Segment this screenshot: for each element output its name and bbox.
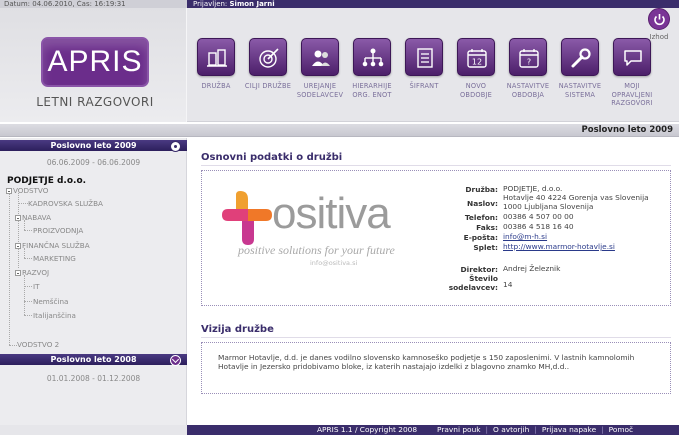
users-icon — [301, 38, 339, 76]
year-2009-title: Poslovno leto 2009 — [50, 141, 137, 150]
nav-novo-obdobje[interactable]: 12 NOVO OBDOBJE — [450, 38, 502, 99]
collapse-icon[interactable] — [15, 270, 21, 276]
wrench-icon — [561, 38, 599, 76]
breadcrumb: Poslovno leto 2009 — [0, 124, 679, 137]
company-card: ositiva positive solutions for your futu… — [201, 170, 671, 306]
nav-label: NASTAVITVE SISTEMA — [558, 82, 602, 99]
tree-node-italijanscina[interactable]: Italijanščina — [33, 311, 76, 320]
email-link[interactable]: info@m-h.si — [503, 232, 547, 242]
hierarchy-icon — [353, 38, 391, 76]
chevron-down-icon[interactable] — [170, 355, 181, 366]
basic-info-title: Osnovni podatki o družbi — [201, 152, 343, 163]
logged-user-bar: Prijavljen: Simon Jarni — [187, 0, 679, 8]
brand-area: APRIS LETNI RAZGOVORI — [0, 8, 187, 122]
tree-node-vodstvo[interactable]: VODSTVO — [6, 186, 48, 195]
year-2009-header[interactable]: Poslovno leto 2009 — [0, 140, 187, 152]
logged-prefix: Prijavljen: — [193, 0, 230, 8]
footer-link-prijava-napake[interactable]: Prijava napake — [542, 425, 596, 434]
company-icon — [197, 38, 235, 76]
logout-label: Izhod — [649, 33, 669, 41]
power-icon — [648, 8, 670, 30]
nav-cilji-druzbe[interactable]: CILJI DRUŽBE — [242, 38, 294, 91]
nav-druzba[interactable]: DRUŽBA — [190, 38, 242, 91]
logged-user-name: Simon Jarni — [229, 0, 275, 8]
nav-nastavitve-sistema[interactable]: NASTAVITVE SISTEMA — [554, 38, 606, 99]
footer: APRIS 1.1 / Copyright 2008 Pravni pouk | O… — [187, 425, 679, 435]
header: APRIS LETNI RAZGOVORI DRUŽBA CILJI DRUŽB… — [0, 8, 679, 122]
collapse-toggle-icon[interactable] — [170, 141, 181, 152]
nav-label: CILJI DRUŽBE — [244, 82, 292, 90]
collapse-icon[interactable] — [15, 215, 21, 221]
main-nav: DRUŽBA CILJI DRUŽBE UREJANJE SODELAVCEV … — [190, 38, 660, 118]
nav-label: HIERARHIJE ORG. ENOT — [352, 82, 392, 99]
nav-hierarhije[interactable]: HIERARHIJE ORG. ENOT — [346, 38, 398, 99]
year-2008-title: Poslovno leto 2008 — [50, 355, 137, 364]
footer-link-pomoc[interactable]: Pomoč — [609, 425, 634, 434]
company-name: PODJETJE d.o.o. — [7, 176, 87, 186]
tree-node-nabava[interactable]: NABAVA — [15, 213, 51, 222]
nav-urejanje-sodelavcev[interactable]: UREJANJE SODELAVCEV — [294, 38, 346, 99]
apris-logo[interactable]: APRIS — [41, 37, 149, 87]
nav-label: DRUŽBA — [201, 82, 231, 90]
nav-nastavitve-obdobja[interactable]: ? NASTAVITVE OBDOBJA — [502, 38, 554, 99]
positiva-logo: ositiva positive solutions for your futu… — [218, 187, 428, 267]
tree-node-kadrovska[interactable]: KADROVSKA SLUŽBA — [28, 199, 103, 208]
sidebar: Poslovno leto 2009 06.06.2009 - 06.06.20… — [0, 138, 187, 425]
positiva-mail: info@ositiva.si — [310, 259, 358, 267]
list-icon — [405, 38, 443, 76]
chat-icon — [613, 38, 651, 76]
tree-node-vodstvo-2[interactable]: VODSTVO 2 — [17, 340, 59, 349]
tree-node-it[interactable]: IT — [33, 282, 40, 291]
footer-links: Pravni pouk | O avtorjih | Prijava napake | Po… — [437, 425, 634, 434]
year-2009-dates: 06.06.2009 - 06.06.2009 — [46, 158, 141, 167]
calendar-mark: ? — [527, 58, 531, 67]
nav-label: NASTAVITVE OBDOBJA — [506, 82, 550, 99]
copyright: APRIS 1.1 / Copyright 2008 — [317, 425, 418, 434]
datetime-label: Datum: 04.06.2010, Čas: 16:19:31 — [0, 0, 187, 8]
calendar-settings-icon: ? — [509, 38, 547, 76]
calendar-number: 12 — [472, 58, 482, 67]
website-link[interactable]: http://www.marmor-hotavlje.si — [503, 242, 615, 252]
nav-label: UREJANJE SODELAVCEV — [296, 82, 344, 99]
footer-link-pravni-pouk[interactable]: Pravni pouk — [437, 425, 481, 434]
target-icon — [249, 38, 287, 76]
nav-label: NOVO OBDOBJE — [459, 82, 492, 99]
collapse-icon[interactable] — [15, 243, 21, 249]
positiva-cross-icon — [222, 191, 272, 245]
calendar-new-icon: 12 — [457, 38, 495, 76]
positiva-tagline: positive solutions for your future — [238, 243, 395, 257]
tree-node-nemscina[interactable]: Nemščina — [33, 297, 68, 306]
tree-node-financna[interactable]: FINANČNA SLUŽBA — [15, 241, 90, 250]
app-subtitle: LETNI RAZGOVORI — [36, 95, 154, 109]
vision-title: Vizija družbe — [201, 324, 274, 335]
nav-sifrant[interactable]: ŠIFRANT — [398, 38, 450, 91]
year-2008-dates: 01.01.2008 - 01.12.2008 — [46, 374, 141, 383]
nav-moji-razgovori[interactable]: MOJI OPRAVLJENI RAZGOVORI — [606, 38, 658, 108]
tree-node-proizvodnja[interactable]: PROIZVODNJA — [33, 226, 83, 235]
vision-card: Marmor Hotavlje, d.d. je danes vodilno s… — [201, 342, 671, 394]
positiva-wordmark: ositiva — [272, 189, 391, 238]
logout-button[interactable]: Izhod — [646, 8, 672, 41]
footer-link-o-avtorjih[interactable]: O avtorjih — [493, 425, 529, 434]
vision-text: Marmor Hotavlje, d.d. je danes vodilno s… — [218, 353, 635, 371]
nav-label: MOJI OPRAVLJENI RAZGOVORI — [611, 82, 653, 107]
breadcrumb-current: Poslovno leto 2009 — [581, 125, 673, 135]
main-content: Osnovni podatki o družbi ositiva positiv… — [189, 138, 679, 425]
tree-node-marketing[interactable]: MARKETING — [33, 254, 76, 263]
nav-label: ŠIFRANT — [409, 82, 439, 90]
year-2008-header[interactable]: Poslovno leto 2008 — [0, 354, 187, 366]
tree-node-razvoj[interactable]: RAZVOJ — [15, 268, 49, 277]
collapse-icon[interactable] — [6, 188, 12, 194]
